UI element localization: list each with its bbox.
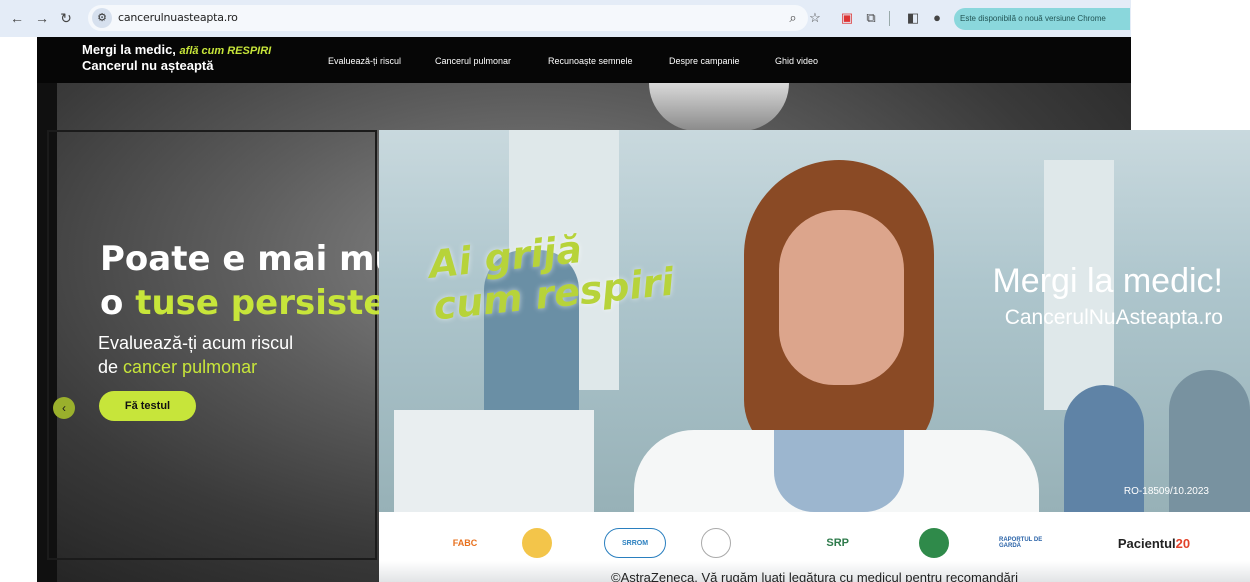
- bg-bed: [394, 410, 594, 512]
- extension-icon[interactable]: ▣: [838, 9, 856, 27]
- logo-prefix: Mergi la medic,: [82, 42, 180, 57]
- ad-url: CancerulNuAsteapta.ro: [1004, 306, 1223, 329]
- carousel-prev-icon[interactable]: ‹: [53, 397, 75, 419]
- profile-avatar-icon[interactable]: ●: [928, 9, 946, 27]
- hero-title: Poate e mai mul o tuse persisten: [100, 237, 411, 325]
- srp-logo: SRP: [826, 537, 849, 549]
- toolbar-divider: [889, 11, 890, 26]
- hero-subtitle: Evaluează-ți acum riscul de cancer pulmo…: [98, 331, 293, 379]
- hero-title-line2-accent: tuse persisten: [135, 283, 411, 323]
- hero-sub-line2-accent: cancer pulmonar: [123, 357, 258, 377]
- extensions-puzzle-icon[interactable]: ⧉: [862, 9, 880, 27]
- oncology-society-logo: [522, 528, 552, 558]
- hero-photo: [649, 83, 789, 131]
- pacientul20-logo: Pacientul 20: [1099, 528, 1209, 558]
- hero-sub-line2-prefix: de: [98, 357, 124, 377]
- doctor-shirt: [774, 430, 904, 512]
- chrome-update-button[interactable]: Este disponibilă o nouă versiune Chrome: [954, 8, 1130, 30]
- ad-headline: Mergi la medic!: [992, 262, 1223, 300]
- nav-link-lung-cancer[interactable]: Cancerul pulmonar: [435, 56, 511, 66]
- bookmark-star-icon[interactable]: ☆: [806, 9, 824, 27]
- srrom-logo: SRROM: [604, 528, 666, 558]
- back-icon[interactable]: ←: [8, 9, 26, 27]
- take-test-button[interactable]: Fă testul: [99, 391, 196, 421]
- hero-title-line2-prefix: o: [100, 283, 136, 323]
- site-settings-icon[interactable]: ⚙: [92, 8, 112, 28]
- fabc-logo: FABC: [452, 538, 478, 548]
- partner-logos-bar: FABC SRROM SRP RAPORTUL DE GARDĂ Pacient…: [379, 512, 1250, 582]
- nav-link-risk[interactable]: Evaluează-ți riscul: [328, 56, 401, 66]
- pacientul-number: 20: [1175, 535, 1191, 551]
- ad-approval-code: RO-18509/10.2023: [1123, 486, 1209, 497]
- site-header: Mergi la medic, află cum RESPIRI Canceru…: [37, 37, 1131, 83]
- nav-link-video-guide[interactable]: Ghid video: [775, 56, 818, 66]
- logo-accent: află cum RESPIRI: [179, 45, 272, 57]
- logo-tagline[interactable]: Cancerul nu așteaptă: [82, 58, 214, 73]
- nav-link-signs[interactable]: Recunoaște semnele: [548, 56, 633, 66]
- zoom-icon[interactable]: ⌕: [784, 9, 802, 27]
- forward-icon[interactable]: →: [33, 9, 51, 27]
- hero-title-line1: Poate e mai mul: [100, 239, 411, 279]
- doctor-face: [779, 210, 904, 385]
- raportul-de-garda-logo: RAPORTUL DE GARDĂ: [999, 537, 1043, 549]
- green-seal-logo: [919, 528, 949, 558]
- nav-link-about[interactable]: Despre campanie: [669, 56, 740, 66]
- side-panel-icon[interactable]: ◧: [904, 9, 922, 27]
- site-logo[interactable]: Mergi la medic, află cum RESPIRI: [82, 42, 271, 57]
- reload-icon[interactable]: ↻: [57, 9, 75, 27]
- address-bar[interactable]: ⚙ cancerulnuasteapta.ro: [88, 5, 808, 31]
- medical-society-seal-logo: [701, 528, 731, 558]
- pacientul-text: Pacientul: [1117, 535, 1176, 551]
- url-text[interactable]: cancerulnuasteapta.ro: [118, 11, 238, 24]
- campaign-ad-card: Ai grijă cum respiri Mergi la medic! Can…: [379, 130, 1250, 582]
- hero-sub-line1: Evaluează-ți acum riscul: [98, 333, 294, 353]
- browser-toolbar: ← → ↻ ⚙ cancerulnuasteapta.ro ⌕ ☆ ▣ ⧉ ◧ …: [0, 0, 1131, 37]
- ad-disclaimer: ©AstraZeneca. Vă rugăm luați legătura cu…: [610, 570, 1018, 582]
